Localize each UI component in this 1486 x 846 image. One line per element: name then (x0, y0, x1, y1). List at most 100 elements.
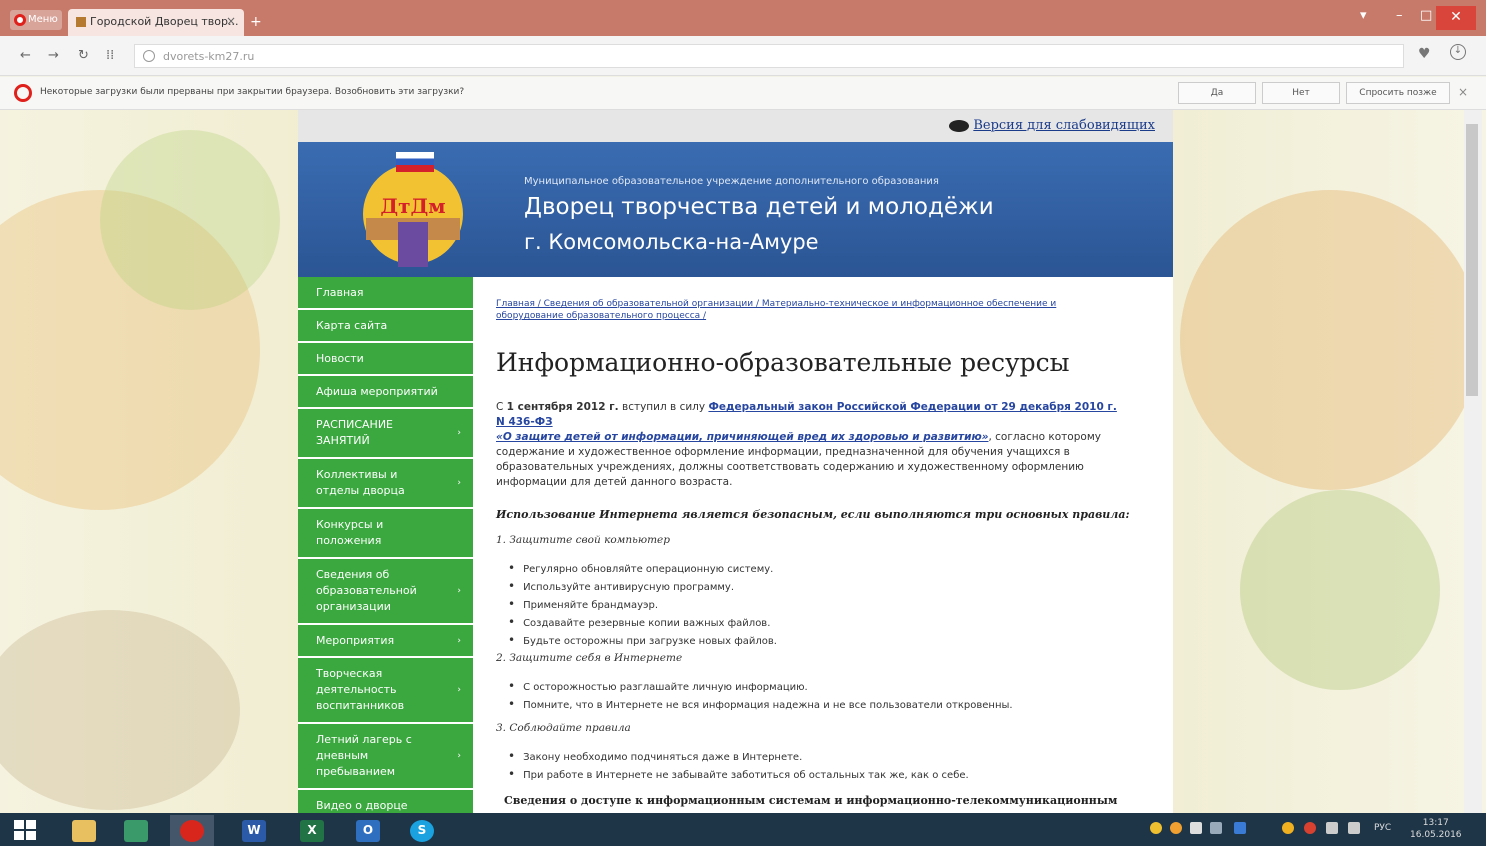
wifi-icon[interactable] (1326, 822, 1338, 834)
menu-item-contests[interactable]: Конкурсы и положения (298, 509, 473, 559)
tray-icon[interactable] (1304, 822, 1316, 834)
globe-icon (143, 50, 155, 62)
accessibility-version-link[interactable]: Версия для слабовидящих (973, 118, 1155, 133)
tray-icon[interactable] (1210, 822, 1222, 834)
intro-date: 1 сентября 2012 г. (506, 401, 619, 413)
taskbar-explorer[interactable] (62, 815, 106, 846)
rule-3-title: 3. Соблюдайте правила (496, 722, 631, 734)
menu-item-label: Творческая деятельность воспитанников (316, 667, 405, 712)
breadcrumb[interactable]: Главная / Сведения об образовательной ор… (496, 298, 1096, 322)
accessibility-bar: Версия для слабовидящих (298, 110, 1173, 142)
menu-item-schedule[interactable]: РАСПИСАНИЕ ЗАНЯТИЙ › (298, 409, 473, 459)
background-decoration (100, 130, 280, 310)
tray-icon[interactable] (1170, 822, 1182, 834)
outlook-icon: O (356, 820, 380, 842)
opera-logo-icon (14, 84, 32, 102)
taskbar-outlook[interactable]: O (346, 815, 390, 846)
list-item: Помните, что в Интернете не вся информац… (508, 696, 1012, 714)
taskbar-excel[interactable]: X (290, 815, 334, 846)
intro-paragraph: С 1 сентября 2012 г. вступил в силу Феде… (496, 400, 1121, 490)
menu-item-label: Сведения об образовательной организации (316, 568, 417, 613)
menu-item-creative-activity[interactable]: Творческая деятельность воспитанников › (298, 658, 473, 724)
close-window-button[interactable]: ✕ (1436, 6, 1476, 30)
menu-item-organization-info[interactable]: Сведения об образовательной организации › (298, 559, 473, 625)
windows-start-icon[interactable] (14, 820, 36, 840)
reload-button[interactable]: ↻ (78, 48, 89, 63)
taskbar-skype[interactable]: S (400, 815, 444, 846)
background-decoration (1240, 490, 1440, 690)
menu-item-activities[interactable]: Мероприятия › (298, 625, 473, 658)
background-decoration (0, 610, 240, 810)
tray-outlook-icon[interactable] (1234, 822, 1246, 834)
back-button[interactable]: ← (20, 48, 31, 63)
list-item: Регулярно обновляйте операционную систем… (508, 560, 777, 578)
ask-later-button[interactable]: Спросить позже (1346, 82, 1450, 104)
opera-icon (180, 820, 204, 842)
menu-item-label: Новости (316, 351, 364, 365)
tab-close-icon[interactable]: × (226, 14, 236, 28)
menu-item-sitemap[interactable]: Карта сайта (298, 310, 473, 343)
law-title-link[interactable]: «О защите детей от информации, причиняющ… (496, 431, 988, 443)
url-field[interactable]: dvorets-km27.ru (134, 44, 1404, 68)
taskbar-network[interactable] (114, 815, 158, 846)
menu-item-label: Карта сайта (316, 318, 388, 332)
notification-message: Некоторые загрузки были прерваны при зак… (40, 87, 465, 97)
rule-1-title: 1. Защитите свой компьютер (496, 534, 670, 546)
tab-active[interactable]: Городской Дворец твор... × (68, 9, 244, 36)
menu-item-news[interactable]: Новости (298, 343, 473, 376)
rule-2-title: 2. Защитите себя в Интернете (496, 652, 683, 664)
yes-button[interactable]: Да (1178, 82, 1256, 104)
skype-icon: S (410, 820, 434, 842)
menu-item-events-poster[interactable]: Афиша мероприятий (298, 376, 473, 409)
list-item: При работе в Интернете не забывайте забо… (508, 766, 969, 784)
menu-item-collectives[interactable]: Коллективы и отделы дворца › (298, 459, 473, 509)
no-button[interactable]: Нет (1262, 82, 1340, 104)
logo-road (398, 222, 428, 267)
browser-tab-bar: Меню Городской Дворец твор... × + ▾ – □ … (0, 0, 1486, 36)
bookmark-heart-icon[interactable]: ♥ (1418, 46, 1431, 62)
opera-menu-button[interactable]: Меню (10, 10, 62, 30)
eye-icon (949, 120, 969, 132)
menu-item-label: Видео о дворце (316, 798, 408, 812)
taskbar-clock[interactable]: 13:17 16.05.2016 (1410, 817, 1462, 841)
intro-text: вступил в силу (618, 401, 709, 413)
speed-dial-icon[interactable]: ⁞⁞ (106, 48, 114, 63)
tray-icon[interactable] (1190, 822, 1202, 834)
flag-icon (396, 152, 434, 172)
rule-3-list: Закону необходимо подчиняться даже в Инт… (508, 748, 969, 784)
site-favicon-icon (76, 17, 86, 27)
taskbar-word[interactable]: W (232, 815, 276, 846)
menu-item-summer-camp[interactable]: Летний лагерь с дневным пребыванием › (298, 724, 473, 790)
taskbar-opera[interactable] (170, 815, 214, 846)
chevron-right-icon: › (457, 685, 461, 695)
rule-2-list: С осторожностью разглашайте личную инфор… (508, 678, 1012, 714)
new-tab-button[interactable]: + (250, 14, 262, 30)
tray-icon[interactable] (1282, 822, 1294, 834)
network-icon (124, 820, 148, 842)
clock-time: 13:17 (1422, 818, 1449, 828)
tray-icon[interactable] (1150, 822, 1162, 834)
clock-date: 16.05.2016 (1410, 830, 1462, 840)
forward-button[interactable]: → (48, 48, 59, 63)
language-indicator[interactable]: РУС (1374, 823, 1391, 833)
menu-item-label: Летний лагерь с дневным пребыванием (316, 733, 412, 778)
maximize-button[interactable]: □ (1420, 8, 1432, 23)
volume-icon[interactable] (1348, 822, 1360, 834)
menu-item-main[interactable]: Главная (298, 277, 473, 310)
list-item: Закону необходимо подчиняться даже в Инт… (508, 748, 969, 766)
site-logo[interactable]: ДтДм (358, 152, 468, 267)
tab-menu-icon[interactable]: ▾ (1360, 8, 1367, 23)
banner-title: Дворец творчества детей и молодёжи (524, 194, 994, 220)
close-notification-icon[interactable]: × (1458, 85, 1468, 99)
chevron-right-icon: › (457, 751, 461, 761)
word-icon: W (242, 820, 266, 842)
banner-subtitle: Муниципальное образовательное учреждение… (524, 176, 939, 187)
menu-item-label: Мероприятия (316, 633, 395, 647)
menu-item-label: Главная (316, 285, 364, 299)
logo-text: ДтДм (380, 194, 446, 218)
download-icon[interactable]: ↓ (1450, 44, 1466, 60)
menu-label: Меню (28, 14, 58, 25)
minimize-button[interactable]: – (1396, 8, 1403, 23)
windows-taskbar: W X O S РУС 13:17 16.05.2016 (0, 813, 1486, 846)
scrollbar-thumb[interactable] (1466, 124, 1478, 396)
